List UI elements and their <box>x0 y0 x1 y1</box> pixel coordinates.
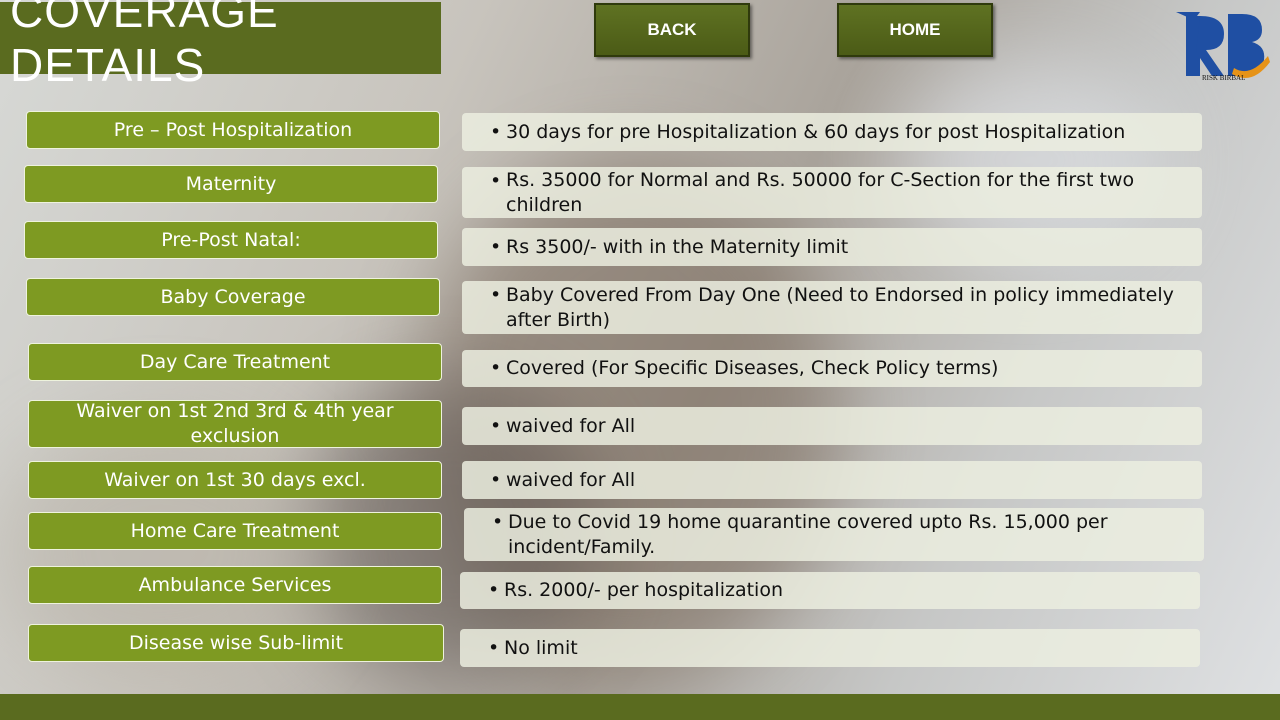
bullet-icon: • <box>490 120 502 143</box>
value-waiver-30-days: • waived for All <box>462 461 1202 499</box>
bullet-icon: • <box>488 636 500 659</box>
bullet-icon: • <box>490 170 502 192</box>
bullet-icon: • <box>490 284 502 306</box>
value-disease-sub-limit: • No limit <box>460 629 1200 667</box>
bullet-icon: • <box>490 414 502 437</box>
label-home-care-treatment[interactable]: Home Care Treatment <box>28 512 442 550</box>
bullet-icon: • <box>492 511 504 533</box>
value-pre-post-natal: • Rs 3500/- with in the Maternity limit <box>462 228 1202 266</box>
risk-birbal-logo: RISK BIRBAL <box>1172 6 1272 82</box>
home-button[interactable]: HOME <box>837 3 993 57</box>
footer-bar <box>0 694 1280 720</box>
value-maternity: • Rs. 35000 for Normal and Rs. 50000 for … <box>462 167 1202 218</box>
logo-text: RISK BIRBAL <box>1202 74 1245 82</box>
value-home-care-treatment: • Due to Covid 19 home quarantine covered… <box>464 508 1204 561</box>
bullet-icon: • <box>490 357 502 380</box>
bullet-icon: • <box>490 235 502 258</box>
page-title: COVERAGE DETAILS <box>0 0 441 91</box>
value-waiver-1st-4th-year: • waived for All <box>462 407 1202 445</box>
back-button[interactable]: BACK <box>594 3 750 57</box>
label-baby-coverage[interactable]: Baby Coverage <box>26 278 440 316</box>
label-waiver-30-days[interactable]: Waiver on 1st 30 days excl. <box>28 461 442 499</box>
label-waiver-1st-4th-year[interactable]: Waiver on 1st 2nd 3rd & 4th year exclusi… <box>28 400 442 448</box>
label-disease-sub-limit[interactable]: Disease wise Sub-limit <box>28 624 444 662</box>
label-maternity[interactable]: Maternity <box>24 165 438 203</box>
value-day-care-treatment: • Covered (For Specific Diseases, Check P… <box>462 350 1202 387</box>
value-baby-coverage: • Baby Covered From Day One (Need to Endo… <box>462 281 1202 334</box>
value-ambulance-services: • Rs. 2000/- per hospitalization <box>460 572 1200 609</box>
value-pre-post-hospitalization: • 30 days for pre Hospitalization & 60 da… <box>462 113 1202 151</box>
label-pre-post-natal[interactable]: Pre-Post Natal: <box>24 221 438 259</box>
label-ambulance-services[interactable]: Ambulance Services <box>28 566 442 604</box>
label-pre-post-hospitalization[interactable]: Pre – Post Hospitalization <box>26 111 440 149</box>
bullet-icon: • <box>490 468 502 491</box>
label-day-care-treatment[interactable]: Day Care Treatment <box>28 343 442 381</box>
bullet-icon: • <box>488 579 500 602</box>
